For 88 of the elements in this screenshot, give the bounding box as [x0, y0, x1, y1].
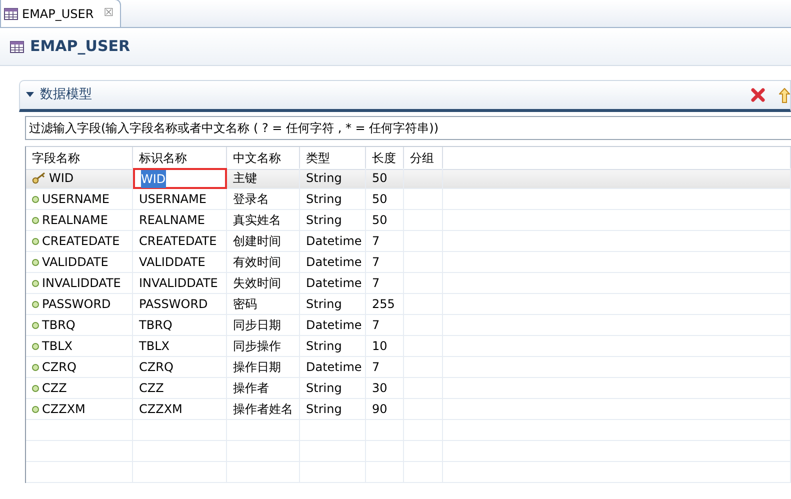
- table-cell-text: CZRQ: [42, 359, 76, 376]
- column-header[interactable]: 分组: [404, 147, 443, 170]
- table-cell-text: INVALIDDATE: [42, 275, 121, 292]
- table-cell-text: USERNAME: [139, 191, 206, 208]
- table-cell-text: USERNAME: [42, 191, 110, 208]
- table-cell-text: 操作者: [233, 380, 269, 397]
- table-cell-text: String: [306, 212, 342, 229]
- table-cell-text: VALIDDATE: [139, 254, 206, 271]
- table-cell-text: 真实姓名: [233, 212, 281, 229]
- field-icon: [32, 280, 39, 286]
- table-cell-text: 同步操作: [233, 338, 281, 355]
- table-cell-text: String: [306, 401, 342, 418]
- expand-icon[interactable]: [26, 92, 34, 98]
- table-cell-text: 同步日期: [233, 317, 281, 334]
- field-icon: [32, 258, 39, 266]
- table-cell-text: TBRQ: [42, 317, 76, 334]
- table-cell-text: String: [306, 338, 342, 355]
- table-cell-text: 10: [372, 338, 388, 355]
- table-cell-text: String: [306, 170, 342, 187]
- table-cell-text: 255: [372, 296, 395, 313]
- field-icon: [32, 238, 39, 244]
- field-icon: [32, 406, 39, 412]
- table-cell-text: Datetime: [306, 254, 362, 271]
- cell-editor[interactable]: WID: [133, 168, 227, 189]
- table-cell-text: CZZ: [139, 380, 164, 397]
- table-cell-text: PASSWORD: [139, 296, 208, 313]
- table-cell-text: String: [306, 380, 342, 397]
- table-cell-text: 有效时间: [233, 254, 281, 271]
- editor-title: EMAP_USER: [30, 36, 130, 58]
- field-icon: [32, 384, 39, 392]
- table-cell-text: String: [306, 191, 342, 208]
- table-cell-text: 操作日期: [233, 359, 281, 376]
- table-cell-text: 创建时间: [233, 233, 281, 250]
- table-cell-text: TBLX: [139, 338, 170, 355]
- field-icon: [32, 300, 39, 308]
- table-cell-text: 50: [372, 170, 388, 187]
- table-cell-text: TBLX: [42, 338, 72, 355]
- column-header[interactable]: 类型: [300, 147, 366, 170]
- field-icon: [32, 364, 39, 370]
- table-icon: [4, 8, 18, 20]
- table-cell-text: 7: [372, 233, 380, 250]
- table-cell-text: REALNAME: [42, 212, 108, 229]
- table-cell-text: 7: [372, 317, 380, 334]
- field-icon: [32, 322, 39, 328]
- table-cell-text: INVALIDDATE: [139, 275, 218, 292]
- table-cell-text: 7: [372, 359, 380, 376]
- table-cell-text: TBRQ: [139, 317, 172, 334]
- section-title: 数据模型: [40, 86, 92, 104]
- table-cell-text: 登录名: [233, 191, 269, 208]
- table-cell-text: WID: [49, 170, 74, 187]
- table-cell-text: 失效时间: [233, 275, 281, 292]
- table-cell-text: Datetime: [306, 275, 362, 292]
- table-cell-text: CZZXM: [42, 401, 86, 418]
- table-cell-text: CZZXM: [139, 401, 182, 418]
- table-cell-text: 密码: [233, 296, 257, 313]
- key-icon: [32, 172, 46, 184]
- table-cell-text: String: [306, 296, 342, 313]
- up-arrow-icon[interactable]: [779, 88, 790, 102]
- table-cell-text: 50: [372, 191, 388, 208]
- filter-field[interactable]: 过滤输入字段(输入字段名称或者中文名称 ( ? = 任何字符 , * = 任何字符串)): [25, 116, 791, 140]
- table-cell-text: CREATEDATE: [139, 233, 217, 250]
- field-icon: [32, 342, 39, 350]
- table-cell-text: Datetime: [306, 359, 362, 376]
- table-cell-text: Datetime: [306, 317, 362, 334]
- table-cell-text: 主键: [233, 170, 257, 187]
- table-cell-text: VALIDDATE: [42, 254, 108, 271]
- table-cell-text: PASSWORD: [42, 296, 111, 313]
- table-cell-text: 7: [372, 275, 380, 292]
- table-cell-text: 50: [372, 212, 388, 229]
- table-cell-text: 7: [372, 254, 380, 271]
- field-icon: [32, 196, 39, 202]
- table-icon: [10, 40, 24, 52]
- table-cell-text: 30: [372, 380, 388, 397]
- close-icon[interactable]: ☒: [104, 5, 114, 22]
- table-cell-text: REALNAME: [139, 212, 205, 229]
- table-cell-text: CREATEDATE: [42, 233, 120, 250]
- selected-row[interactable]: WID WID 主键 String 50: [26, 168, 791, 189]
- table-cell-text: 90: [372, 401, 388, 418]
- column-header[interactable]: 字段名称: [26, 147, 133, 170]
- column-header[interactable]: 长度: [366, 147, 404, 170]
- table-cell-text: 操作者姓名: [233, 401, 293, 418]
- delete-icon: [751, 88, 765, 102]
- field-icon: [32, 216, 39, 224]
- table-cell-text: CZZ: [42, 380, 67, 397]
- editor-tab[interactable]: EMAP_USER ☒: [0, 0, 121, 27]
- table-cell-text: Datetime: [306, 233, 362, 250]
- column-header[interactable]: 中文名称: [227, 147, 300, 170]
- table-cell-text: CZRQ: [139, 359, 174, 376]
